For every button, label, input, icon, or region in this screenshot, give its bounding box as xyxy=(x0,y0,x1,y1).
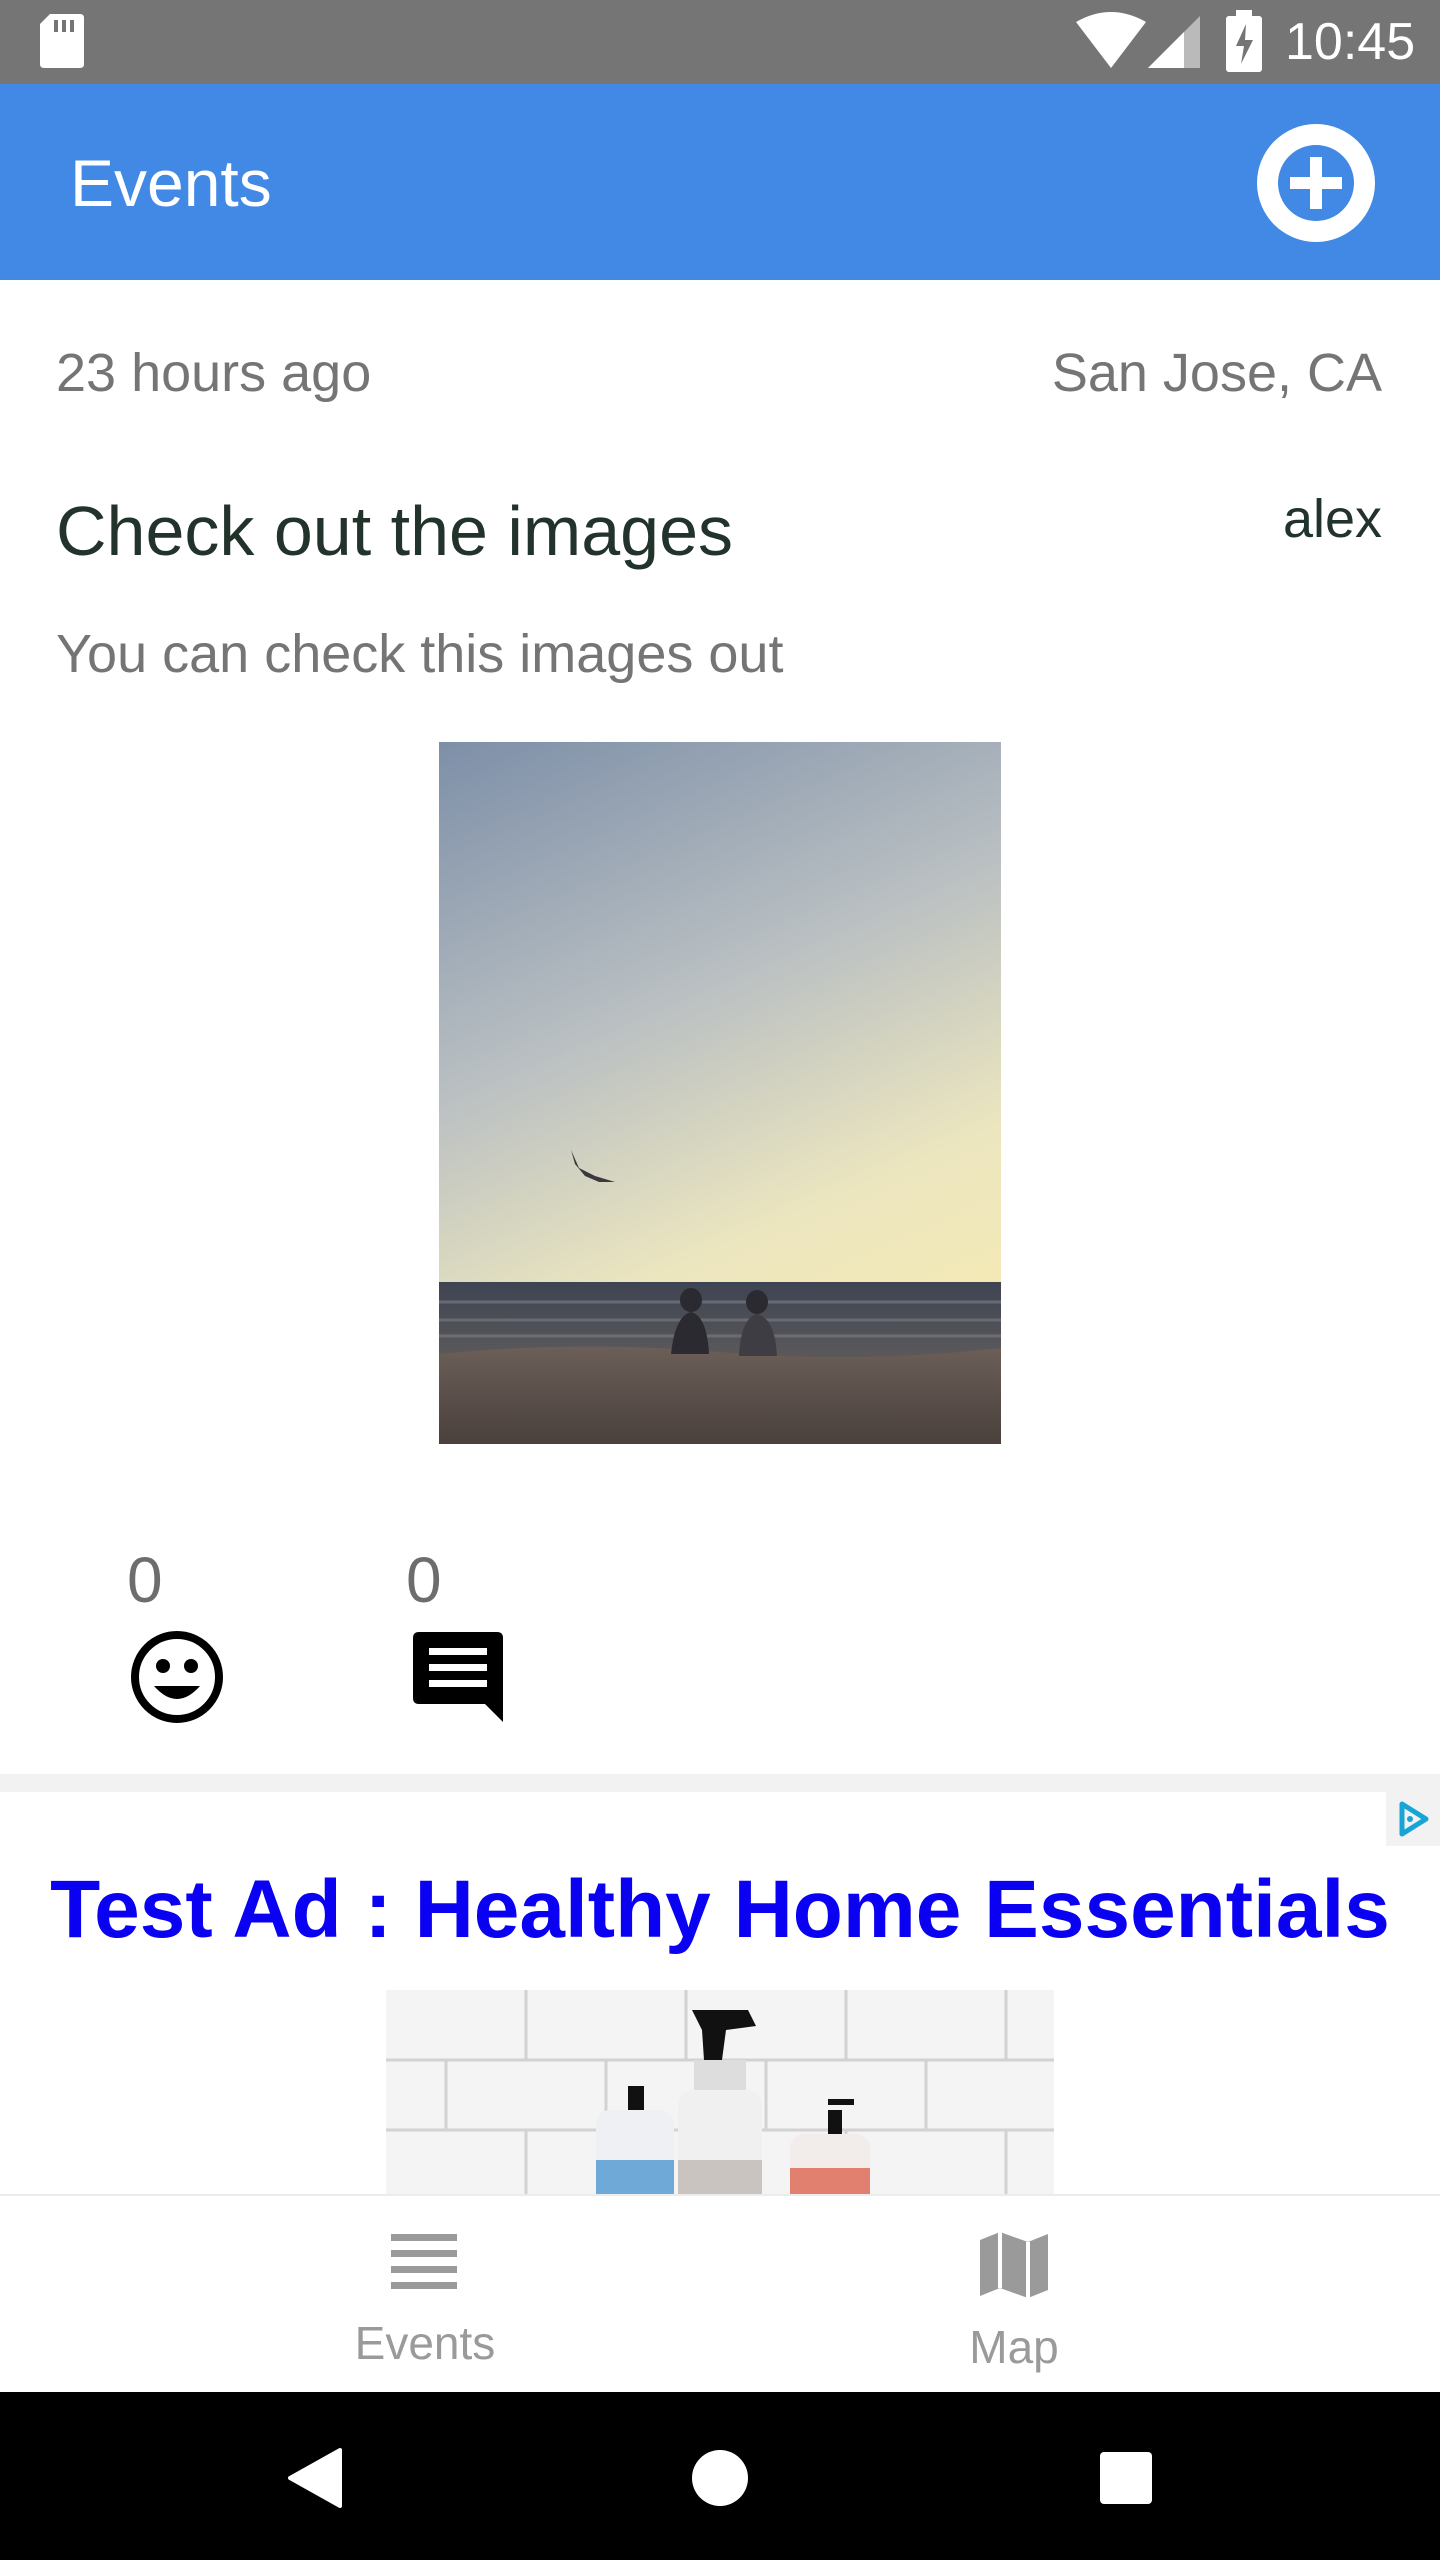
comment-icon[interactable] xyxy=(413,1632,503,1722)
event-time-ago: 23 hours ago xyxy=(56,343,372,403)
sd-card-icon xyxy=(40,14,84,68)
system-navigation-bar xyxy=(0,2392,1440,2560)
signal-icon xyxy=(1148,16,1200,68)
map-icon xyxy=(980,2232,1048,2298)
status-bar: 10:45 xyxy=(0,0,1440,84)
plus-circle-icon xyxy=(1278,145,1354,221)
list-icon xyxy=(391,2234,457,2289)
nav-item-events[interactable]: Events xyxy=(225,2196,625,2394)
nav-label-map: Map xyxy=(969,2321,1059,2373)
bottom-navigation: Events Map xyxy=(0,2194,1440,2394)
event-author[interactable]: alex xyxy=(1283,488,1382,550)
battery-charging-icon xyxy=(1226,10,1262,72)
event-location: San Jose, CA xyxy=(1051,343,1382,403)
event-title: Check out the images xyxy=(56,492,734,570)
page-title: Events xyxy=(70,146,272,220)
app-bar: Events xyxy=(0,84,1440,280)
card-divider xyxy=(0,1774,1440,1792)
recents-icon[interactable] xyxy=(1098,2450,1154,2506)
home-icon[interactable] xyxy=(690,2448,750,2508)
smiley-face-icon[interactable] xyxy=(130,1630,224,1724)
adchoices-icon[interactable] xyxy=(1386,1792,1440,1846)
nav-item-map[interactable]: Map xyxy=(814,2196,1214,2394)
ad-image[interactable] xyxy=(386,1990,1054,2194)
reactions-count: 0 xyxy=(127,1544,163,1616)
event-photo[interactable] xyxy=(439,742,1001,1444)
nav-label-events: Events xyxy=(354,2317,496,2369)
wifi-icon xyxy=(1076,12,1146,68)
event-description: You can check this images out xyxy=(56,624,784,684)
ad-banner[interactable]: Test Ad : Healthy Home Essentials xyxy=(0,1792,1440,2194)
add-event-button[interactable] xyxy=(1257,124,1375,242)
status-time: 10:45 xyxy=(1285,13,1416,71)
back-icon[interactable] xyxy=(288,2448,342,2508)
ad-headline[interactable]: Test Ad : Healthy Home Essentials xyxy=(0,1864,1440,1956)
comments-count: 0 xyxy=(406,1544,442,1616)
